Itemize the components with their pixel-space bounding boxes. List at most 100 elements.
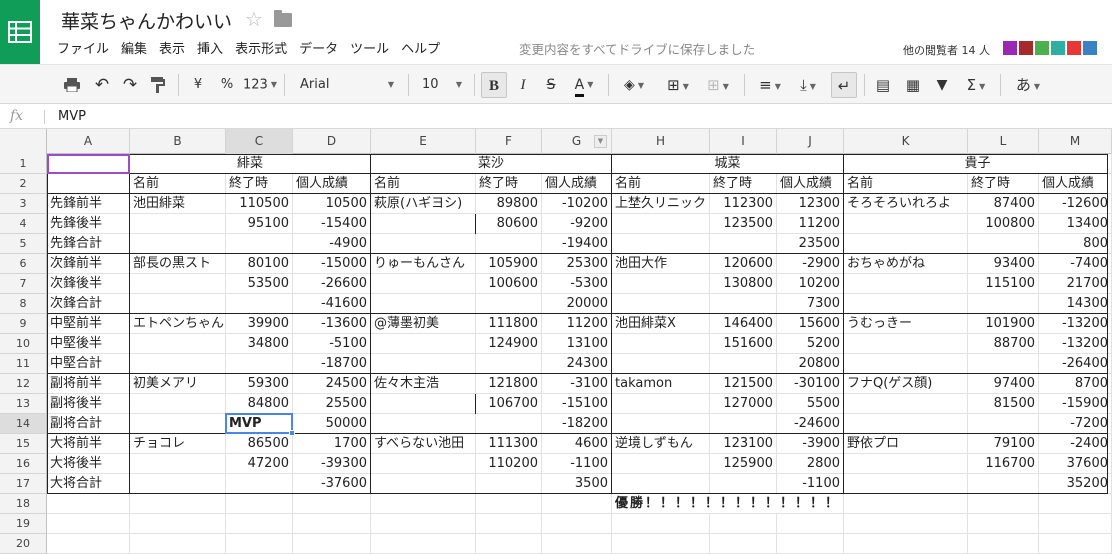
cell-j20[interactable] (777, 534, 844, 554)
cell-d4[interactable]: -15400 (293, 214, 371, 234)
cell-m13[interactable]: -15900 (1039, 394, 1112, 414)
cell-c7[interactable]: 53500 (226, 274, 293, 294)
cell-i9[interactable]: 146400 (710, 314, 777, 334)
cell-j8[interactable]: 7300 (777, 294, 844, 314)
cell-l7[interactable]: 115100 (968, 274, 1039, 294)
cell-l14[interactable] (968, 414, 1039, 434)
menu-help[interactable]: ヘルプ (401, 38, 440, 57)
row-header-19[interactable]: 19 (0, 514, 47, 534)
cell-g14[interactable]: -18200 (542, 414, 612, 434)
cell-j4[interactable]: 11200 (777, 214, 844, 234)
cell-h14[interactable] (612, 414, 710, 434)
row-header-3[interactable]: 3 (0, 194, 47, 214)
cell-i17[interactable] (710, 474, 777, 494)
cell-c3[interactable]: 110500 (226, 194, 293, 214)
cell-c20[interactable] (226, 534, 293, 554)
cell-j14[interactable]: -24600 (777, 414, 844, 434)
cell-l4[interactable]: 100800 (968, 214, 1039, 234)
viewer-avatar[interactable] (1067, 41, 1081, 55)
cell-m4[interactable]: 13400 (1039, 214, 1112, 234)
cell-h3[interactable]: 上埜久リニック (612, 194, 710, 214)
cell-a9[interactable]: 中堅前半 (47, 314, 130, 334)
cell-a12[interactable]: 副将前半 (47, 374, 130, 394)
cell-i12[interactable]: 121500 (710, 374, 777, 394)
cell-k3[interactable]: そろそろいれろよ (844, 194, 968, 214)
cell-c8[interactable] (226, 294, 293, 314)
cell-c10[interactable]: 34800 (226, 334, 293, 354)
formula-input[interactable]: MVP (58, 109, 86, 124)
cell-e18[interactable] (371, 494, 476, 514)
cell-f15[interactable]: 111300 (476, 434, 542, 454)
row-header-2[interactable]: 2 (0, 174, 47, 194)
cell-f19[interactable] (476, 514, 542, 534)
font-family-dropdown[interactable]: Arial ▼ (292, 72, 402, 98)
cell-d20[interactable] (293, 534, 371, 554)
cell-d5[interactable]: -4900 (293, 234, 371, 254)
menu-view[interactable]: 表示 (159, 38, 185, 57)
print-icon[interactable] (60, 72, 84, 98)
cell-j10[interactable]: 5200 (777, 334, 844, 354)
cell-g3[interactable]: -10200 (542, 194, 612, 214)
cell-j13[interactable]: 5500 (777, 394, 844, 414)
column-header-h[interactable]: H (612, 129, 710, 154)
cell-f13[interactable]: 106700 (476, 394, 542, 414)
cell-k13[interactable] (844, 394, 968, 414)
cell-h12[interactable]: takamon (612, 374, 710, 394)
cell-d9[interactable]: -13600 (293, 314, 371, 334)
cell-g20[interactable] (542, 534, 612, 554)
cell-a16[interactable]: 大将後半 (47, 454, 130, 474)
row-header-11[interactable]: 11 (0, 354, 47, 374)
cell-b13[interactable] (130, 394, 226, 414)
viewer-avatar[interactable] (1019, 41, 1033, 55)
column-header-l[interactable]: L (968, 129, 1039, 154)
cell-i4[interactable]: 123500 (710, 214, 777, 234)
star-icon[interactable]: ☆ (245, 7, 263, 31)
document-title[interactable]: 華菜ちゃんかわいい (61, 7, 232, 34)
cell-f12[interactable]: 121800 (476, 374, 542, 394)
cell-i13[interactable]: 127000 (710, 394, 777, 414)
viewer-avatar[interactable] (1035, 41, 1049, 55)
cell-e6[interactable]: りゅーもんさん (371, 254, 476, 274)
cell-f6[interactable]: 105900 (476, 254, 542, 274)
row-header-20[interactable]: 20 (0, 534, 47, 554)
paint-format-icon[interactable] (146, 72, 170, 98)
cell-e11[interactable] (371, 354, 476, 374)
cell-a4[interactable]: 先鋒後半 (47, 214, 130, 234)
cell-c2[interactable]: 終了時 (226, 174, 293, 194)
cell-g5[interactable]: -19400 (542, 234, 612, 254)
cell-m3[interactable]: -12600 (1039, 194, 1112, 214)
cell-a15[interactable]: 大将前半 (47, 434, 130, 454)
cell-g18[interactable] (542, 494, 612, 514)
cell-k14[interactable] (844, 414, 968, 434)
cell-b10[interactable] (130, 334, 226, 354)
cell-i2[interactable]: 終了時 (710, 174, 777, 194)
cell-h6[interactable]: 池田大作 (612, 254, 710, 274)
cell-j16[interactable]: 2800 (777, 454, 844, 474)
cell-a19[interactable] (47, 514, 130, 534)
cell-i14[interactable] (710, 414, 777, 434)
viewer-avatar[interactable] (1003, 41, 1017, 55)
cell-e5[interactable] (371, 234, 476, 254)
viewer-avatar[interactable] (1051, 41, 1065, 55)
cell-e8[interactable] (371, 294, 476, 314)
cell-m7[interactable]: 21700 (1039, 274, 1112, 294)
menu-insert[interactable]: 挿入 (197, 38, 223, 57)
cell-d3[interactable]: 10500 (293, 194, 371, 214)
cell-j11[interactable]: 20800 (777, 354, 844, 374)
italic-button[interactable]: I (511, 72, 535, 98)
cell-c19[interactable] (226, 514, 293, 534)
cell-k19[interactable] (844, 514, 968, 534)
cell-k20[interactable] (844, 534, 968, 554)
cell-c18[interactable] (226, 494, 293, 514)
cell-i16[interactable]: 125900 (710, 454, 777, 474)
cell-i5[interactable] (710, 234, 777, 254)
cell-e12[interactable]: 佐々木主浩 (371, 374, 476, 394)
cell-k2[interactable]: 名前 (844, 174, 968, 194)
row-header-15[interactable]: 15 (0, 434, 47, 454)
cell-i10[interactable]: 151600 (710, 334, 777, 354)
sheets-logo[interactable] (0, 0, 40, 64)
cell-b2[interactable]: 名前 (130, 174, 226, 194)
cell-g12[interactable]: -3100 (542, 374, 612, 394)
cell-k18[interactable] (844, 494, 968, 514)
cell-f17[interactable] (476, 474, 542, 494)
